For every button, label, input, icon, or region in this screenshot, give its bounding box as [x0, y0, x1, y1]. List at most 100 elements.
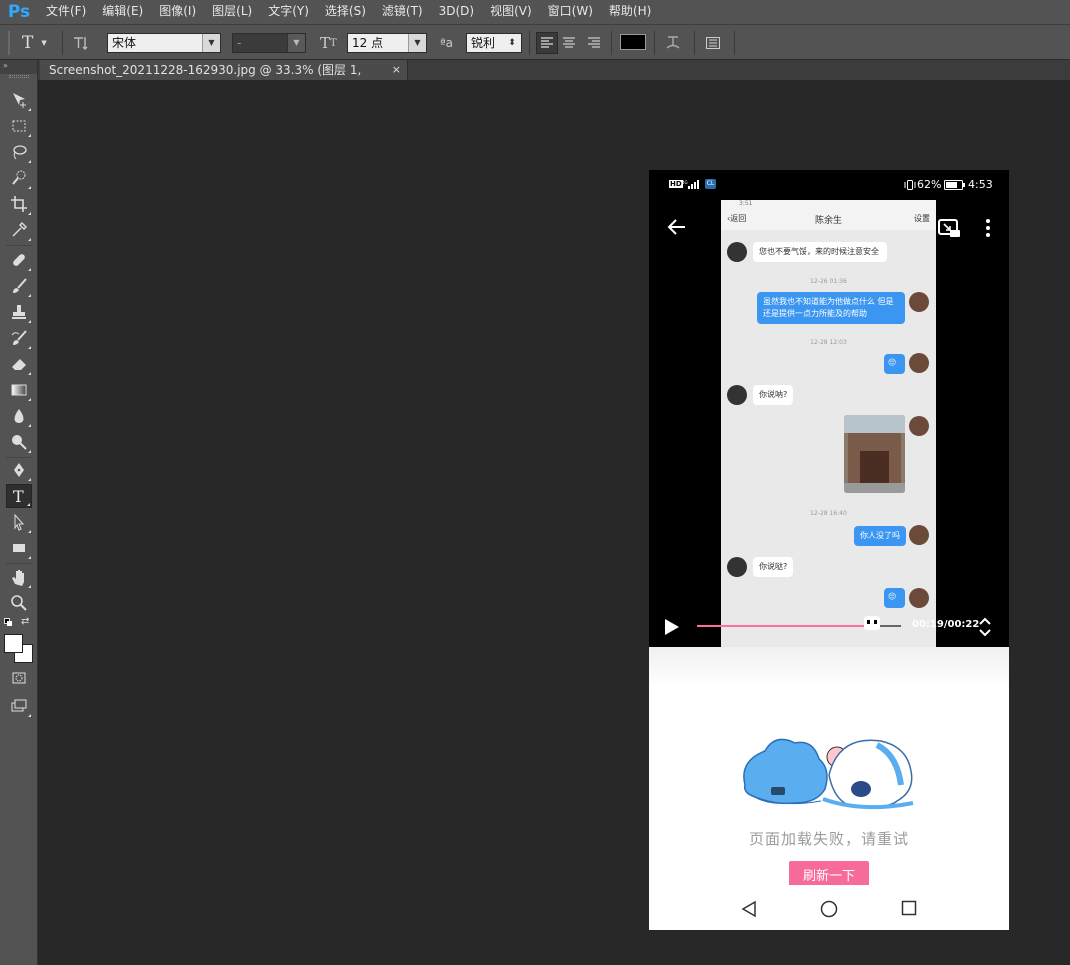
menu-image[interactable]: 图像(I) [151, 0, 204, 24]
chat-contact-name: 陈余生 [815, 216, 843, 226]
font-size-select[interactable]: 12 点 ▼ [347, 33, 427, 53]
chat-bubble: 😔 [884, 588, 905, 608]
font-style-select[interactable]: - ▼ [232, 33, 306, 53]
path-selection-tool[interactable] [6, 510, 32, 534]
warp-text-button[interactable] [664, 25, 682, 61]
quick-selection-icon [12, 170, 26, 185]
quick-selection-tool[interactable] [6, 166, 32, 190]
options-bar: T ▼ 宋体 ▼ - ▼ TT 12 点 ▼ ªa 锐利 ⬍ [0, 24, 1070, 60]
divider [6, 245, 32, 246]
picture-in-picture-icon[interactable] [937, 217, 961, 239]
quick-mask-icon [12, 672, 26, 684]
chat-back-label: 返回 [730, 214, 747, 223]
eraser-tool[interactable] [6, 352, 32, 376]
tools-panel-header[interactable]: » [0, 60, 37, 74]
quick-mask-button[interactable] [6, 666, 32, 690]
menu-file[interactable]: 文件(F) [38, 0, 94, 24]
svg-text:T: T [13, 487, 24, 505]
path-select-icon [14, 513, 25, 531]
chat-settings: 设置 [914, 214, 930, 223]
menu-filter[interactable]: 滤镜(T) [374, 0, 431, 24]
default-colors-icon[interactable] [4, 618, 12, 626]
text-color-swatch[interactable] [620, 34, 646, 50]
document-canvas[interactable]: HD 4G CL 62% 4:53 3:51 ‹返回 陈余生 设置 您也不要气馁… [649, 170, 1009, 930]
antialias-select[interactable]: 锐利 ⬍ [466, 33, 522, 53]
chevron-down-icon: ▼ [408, 34, 426, 52]
eyedropper-tool[interactable] [6, 218, 32, 242]
more-options-icon[interactable] [984, 218, 992, 238]
avatar [909, 525, 929, 545]
nav-back-icon[interactable] [741, 900, 757, 918]
menu-type[interactable]: 文字(Y) [260, 0, 317, 24]
nav-home-icon[interactable] [820, 900, 838, 918]
chat-timestamp: 12-28 16:40 [810, 510, 847, 517]
antialias-value: 锐利 [471, 36, 496, 50]
marquee-tool[interactable] [6, 114, 32, 138]
clone-stamp-tool[interactable] [6, 300, 32, 324]
type-tool[interactable]: T [6, 484, 32, 508]
brush-icon [13, 278, 27, 293]
divider [62, 31, 63, 55]
screen-mode-button[interactable] [6, 694, 32, 718]
align-center-button[interactable] [562, 25, 576, 61]
chat-screenshot-frame: 3:51 ‹返回 陈余生 设置 您也不要气馁，来的时候注意安全 12-26 01… [721, 200, 936, 647]
video-player[interactable]: HD 4G CL 62% 4:53 3:51 ‹返回 陈余生 设置 您也不要气馁… [649, 170, 1009, 647]
font-family-select[interactable]: 宋体 ▼ [107, 33, 221, 53]
pen-tool[interactable] [6, 458, 32, 482]
pen-icon [14, 463, 24, 477]
hd-badge: HD [669, 180, 683, 188]
eraser-icon [12, 359, 26, 370]
character-panel-button[interactable] [704, 25, 722, 61]
chat-bubble: 你说哒? [753, 557, 794, 577]
back-arrow-icon[interactable] [667, 218, 687, 236]
foreground-color-swatch[interactable] [4, 634, 23, 653]
history-brush-tool[interactable] [6, 326, 32, 350]
panel-header-area [649, 647, 1009, 687]
load-failed-message: 页面加载失败，请重试 [748, 830, 909, 848]
align-left-icon [541, 37, 553, 48]
avatar [909, 588, 929, 608]
divider [694, 31, 695, 55]
swap-colors-icon[interactable]: ⇄ [21, 616, 29, 627]
video-controls: 00:19/00:22 [649, 607, 1009, 647]
android-navigation-bar [649, 885, 1009, 930]
avatar [727, 385, 747, 405]
menu-layer[interactable]: 图层(L) [204, 0, 260, 24]
toggle-orientation-button[interactable] [72, 25, 90, 61]
menu-edit[interactable]: 编辑(E) [94, 0, 151, 24]
blur-tool[interactable] [6, 404, 32, 428]
align-left-button[interactable] [536, 32, 558, 54]
fullscreen-toggle-icon[interactable] [978, 617, 992, 637]
brush-tool[interactable] [6, 274, 32, 298]
antialias-icon: ªa [440, 36, 454, 50]
align-right-button[interactable] [587, 25, 601, 61]
menu-3d[interactable]: 3D(D) [431, 0, 482, 24]
healing-brush-tool[interactable] [6, 248, 32, 272]
dodge-tool[interactable] [6, 430, 32, 454]
menu-window[interactable]: 窗口(W) [540, 0, 601, 24]
move-tool[interactable] [6, 88, 32, 112]
hand-tool[interactable] [6, 565, 32, 589]
battery-percentage: 62% [917, 178, 942, 191]
gradient-icon [11, 384, 27, 396]
close-icon[interactable]: × [392, 60, 401, 80]
menu-select[interactable]: 选择(S) [317, 0, 374, 24]
document-tab[interactable]: Screenshot_20211228-162930.jpg @ 33.3% (… [40, 60, 408, 97]
crop-tool[interactable] [6, 192, 32, 216]
play-icon[interactable] [663, 617, 681, 637]
nav-recents-icon[interactable] [901, 900, 917, 916]
zoom-tool[interactable] [6, 591, 32, 615]
avatar [909, 416, 929, 436]
progress-thumb-icon[interactable] [864, 616, 881, 630]
avatar [909, 353, 929, 373]
gradient-tool[interactable] [6, 378, 32, 402]
menu-help[interactable]: 帮助(H) [601, 0, 659, 24]
progress-fill [697, 625, 873, 627]
tool-preset-button[interactable]: T ▼ [22, 25, 47, 61]
lasso-icon [13, 145, 27, 160]
lasso-tool[interactable] [6, 140, 32, 164]
menu-view[interactable]: 视图(V) [482, 0, 540, 24]
align-right-icon [588, 37, 600, 48]
comment-panel: 页面加载失败，请重试 刷新一下 [649, 647, 1009, 930]
shape-tool[interactable] [6, 536, 32, 560]
